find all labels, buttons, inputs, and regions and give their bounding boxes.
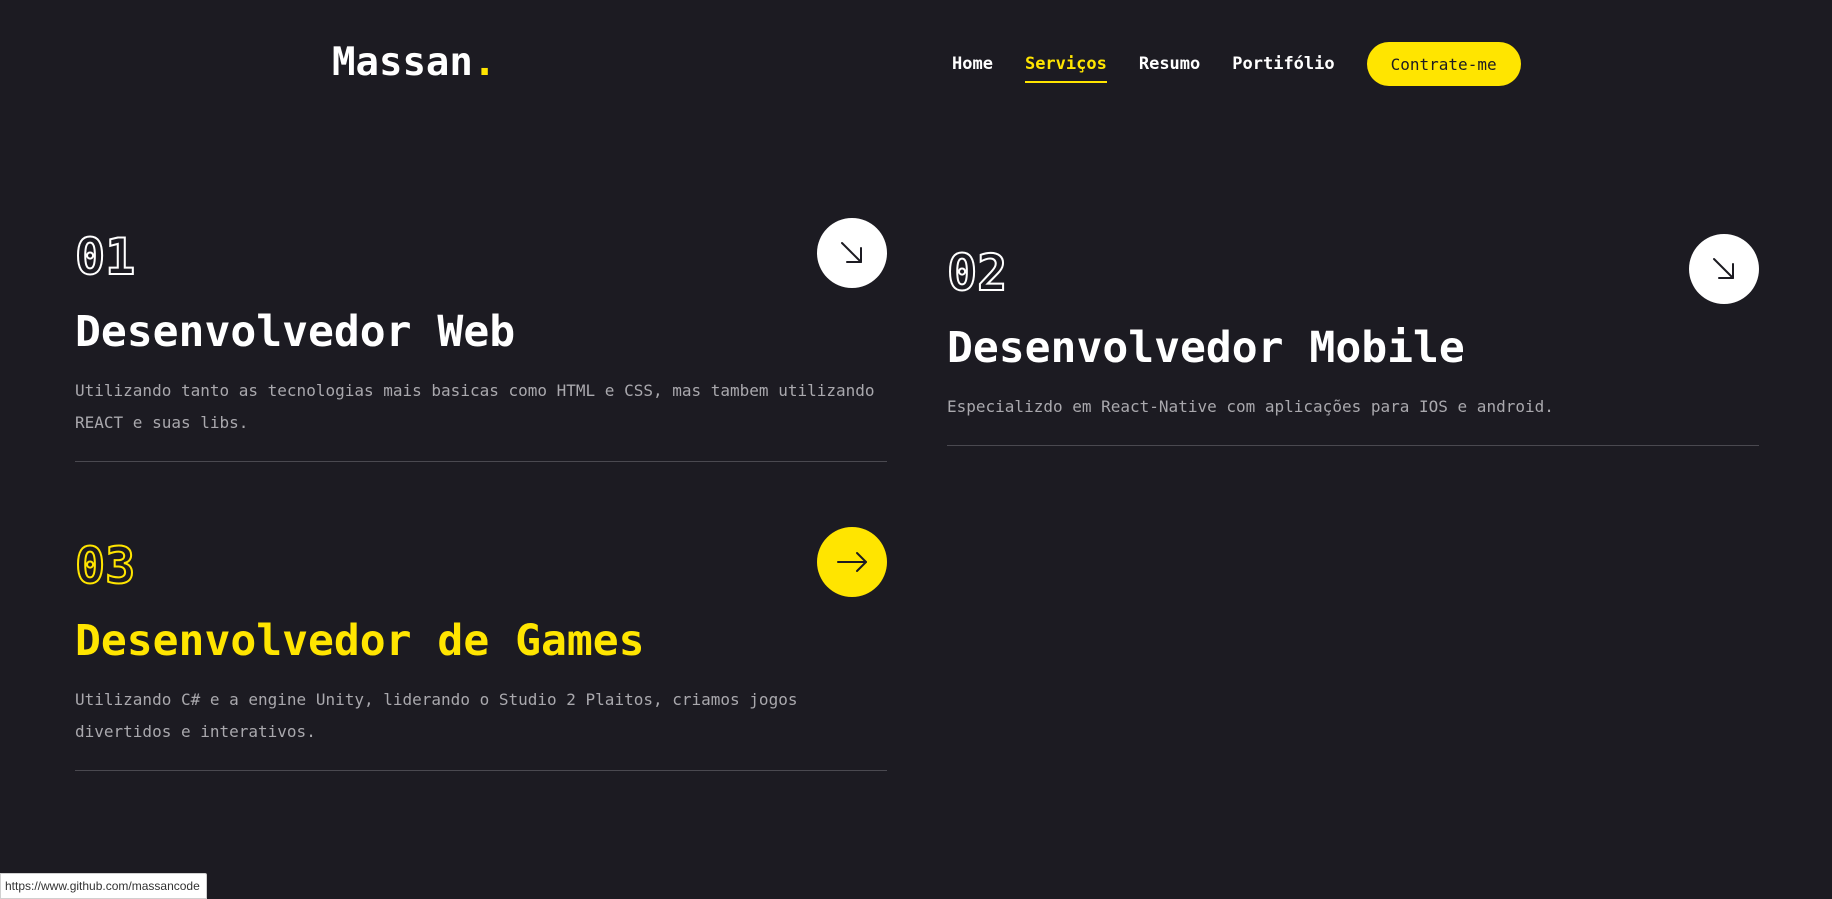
nav-link-home[interactable]: Home xyxy=(952,54,993,74)
service-description: Utilizando C# e a engine Unity, liderand… xyxy=(75,690,798,741)
status-bar-url: https://www.github.com/massancode xyxy=(0,873,207,899)
main-nav: Home Serviços Resumo Portifólio Contrate… xyxy=(952,42,1521,86)
page: Massan. Home Serviços Resumo Portifólio … xyxy=(0,0,1832,899)
service-card-web: 01 Desenvolvedor Web Utilizando tanto as… xyxy=(74,218,887,462)
service-link-button[interactable] xyxy=(1689,234,1759,304)
service-card-games: 03 Desenvolvedor de Games Utilizando C# … xyxy=(74,527,887,771)
arrow-down-right-icon xyxy=(841,242,862,263)
service-title[interactable]: Desenvolvedor Mobile xyxy=(947,323,1759,373)
service-description: Utilizando tanto as tecnologias mais bas… xyxy=(75,381,875,432)
service-card-mobile: 02 Desenvolvedor Mobile Especializdo em … xyxy=(946,234,1759,446)
service-link-button[interactable] xyxy=(817,527,887,597)
logo-dot: . xyxy=(472,40,497,85)
arrow-down-right-icon xyxy=(1713,258,1734,279)
nav-link-servicos[interactable]: Serviços xyxy=(1024,54,1107,83)
logo[interactable]: Massan. xyxy=(332,40,496,85)
service-link-button[interactable] xyxy=(817,218,887,288)
service-title[interactable]: Desenvolvedor Web xyxy=(75,307,887,357)
service-number: 03 xyxy=(74,537,136,595)
arrow-right-icon xyxy=(837,552,867,572)
nav-link-portifolio[interactable]: Portifólio xyxy=(1232,54,1334,74)
service-number: 01 xyxy=(74,228,136,286)
service-description: Especializdo em React-Native com aplicaç… xyxy=(947,397,1554,416)
hire-me-button[interactable]: Contrate-me xyxy=(1366,42,1521,86)
service-number: 02 xyxy=(946,244,1008,302)
service-title[interactable]: Desenvolvedor de Games xyxy=(75,616,887,666)
nav-link-resumo[interactable]: Resumo xyxy=(1139,54,1200,74)
logo-text: Massan xyxy=(332,40,473,85)
